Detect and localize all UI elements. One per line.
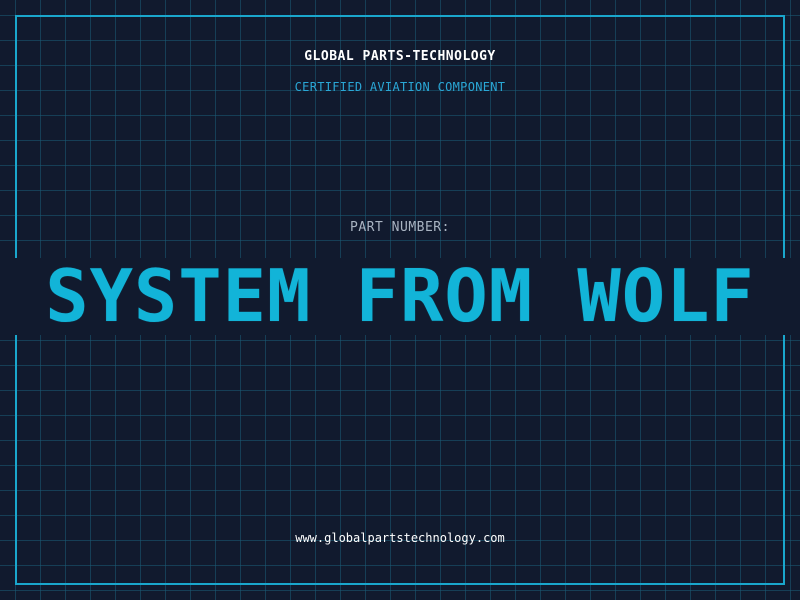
certificate-page: GLOBAL PARTS-TECHNOLOGY CERTIFIED AVIATI… — [0, 0, 800, 600]
website-url: www.globalpartstechnology.com — [295, 531, 505, 545]
certification-subtitle: CERTIFIED AVIATION COMPONENT — [294, 80, 506, 94]
part-number-label: PART NUMBER: — [350, 220, 450, 235]
company-name: GLOBAL PARTS-TECHNOLOGY — [304, 49, 496, 64]
part-number-band: SYSTEM FROM WOLF — [0, 258, 800, 335]
part-number-value: SYSTEM FROM WOLF — [45, 254, 755, 338]
